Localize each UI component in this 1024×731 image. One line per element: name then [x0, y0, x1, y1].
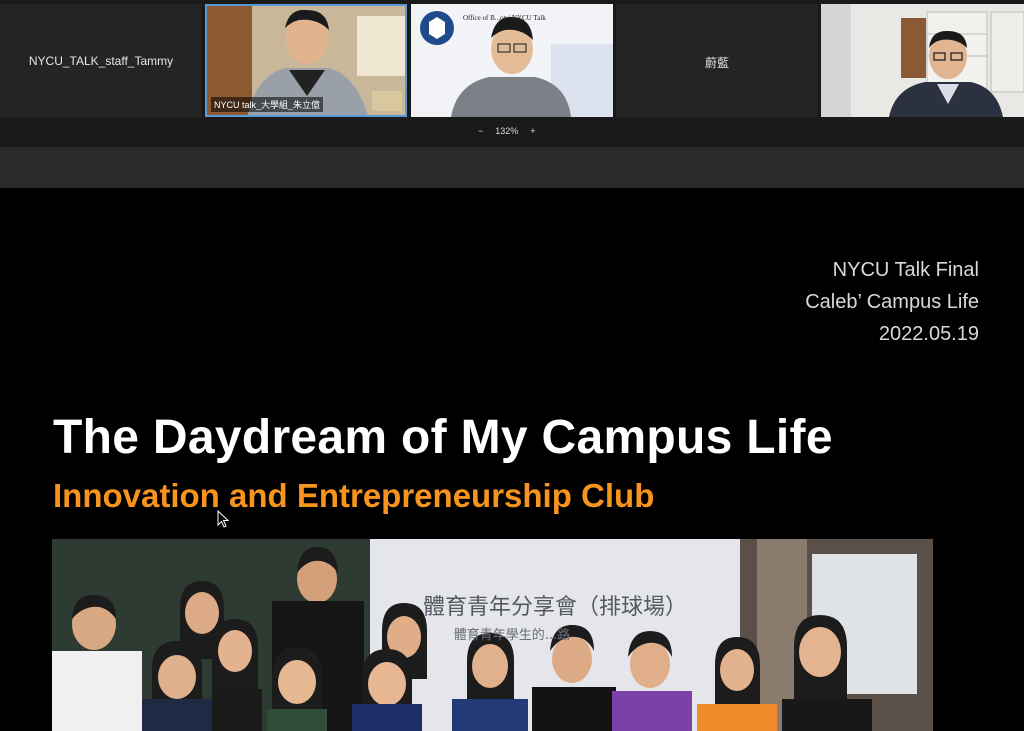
- participant-strip: NYCU_TALK_staff_Tammy NYCU talk_大學組_朱立億: [0, 0, 1024, 120]
- slide-meta-date: 2022.05.19: [878, 323, 979, 345]
- photo-screen-text: 體育青年分享會（排球場）: [423, 595, 687, 620]
- slide-meta: NYCU Talk Final Caleb’ Campus Life 2022.…: [805, 254, 979, 350]
- zoom-bar: − 132% +: [0, 120, 1024, 147]
- participant-tile-weilan[interactable]: 蔚藍: [616, 4, 818, 117]
- participant-tile-teacher[interactable]: [821, 4, 1024, 117]
- zoom-in-button[interactable]: +: [530, 126, 535, 136]
- participant-name: NYCU_TALK_staff_Tammy: [28, 54, 174, 68]
- zoom-controls: − 132% +: [478, 126, 536, 136]
- participant-tile-speaker[interactable]: NYCU talk_大學組_朱立億: [205, 4, 407, 117]
- slide-title: The Daydream of My Campus Life: [53, 411, 833, 464]
- share-toolbar-area: [0, 147, 1024, 188]
- participant-tile-host[interactable]: Office of B...on | NYCU Talk: [411, 4, 613, 117]
- host-video-slide-text: Office of B...on | NYCU Talk: [463, 14, 546, 22]
- slide-subtitle: Innovation and Entrepreneurship Club: [53, 477, 655, 514]
- slide-meta-event: NYCU Talk Final: [832, 259, 979, 281]
- participant-name: NYCU talk_大學組_朱立億: [211, 97, 324, 112]
- group-photo: 體育青年分享會（排球場） 體育青年學生的...路: [52, 539, 933, 731]
- shared-slide: NYCU Talk Final Caleb’ Campus Life 2022.…: [0, 188, 1024, 731]
- teacher-video: [821, 4, 1024, 117]
- participant-name: 蔚藍: [704, 56, 729, 70]
- zoom-out-button[interactable]: −: [478, 126, 483, 136]
- slide-meta-topic: Caleb’ Campus Life: [805, 291, 979, 313]
- participant-tile-tammy[interactable]: NYCU_TALK_staff_Tammy: [0, 4, 202, 117]
- zoom-level: 132%: [495, 126, 519, 136]
- mouse-cursor-icon: [217, 510, 229, 528]
- photo-screen-subtext: 體育青年學生的...路: [454, 627, 570, 643]
